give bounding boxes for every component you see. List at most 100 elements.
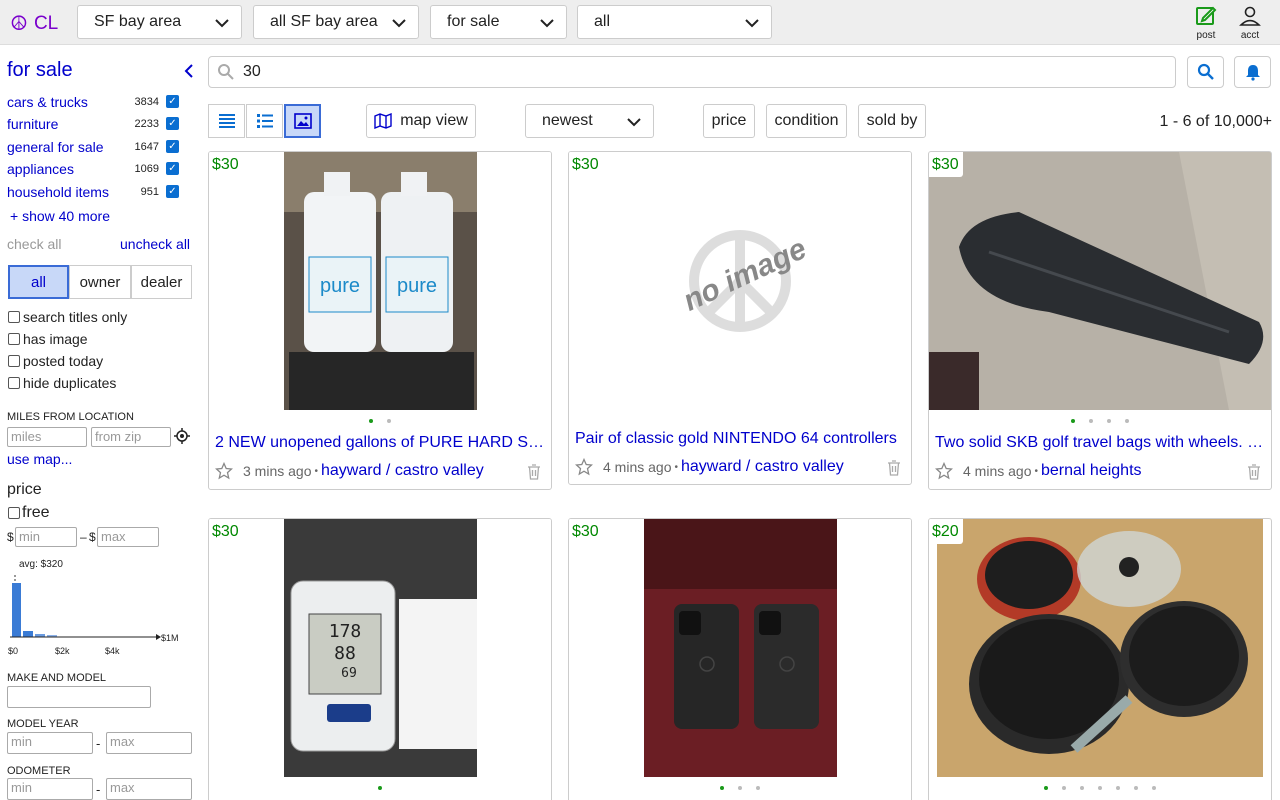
section-dropdown[interactable]: for sale: [430, 5, 567, 39]
carousel-dot[interactable]: [738, 786, 742, 790]
checkbox[interactable]: [8, 377, 20, 389]
category-label[interactable]: cars & trucks: [7, 94, 88, 110]
image-carousel-dots[interactable]: [929, 786, 1271, 790]
carousel-dot[interactable]: [378, 786, 382, 790]
star-icon[interactable]: [935, 462, 953, 480]
locate-icon[interactable]: [174, 428, 190, 444]
category-item[interactable]: furniture 2233 ✓: [7, 116, 179, 136]
checkbox-checked-icon[interactable]: ✓: [166, 95, 179, 108]
sold-by-filter-button[interactable]: sold by: [858, 104, 926, 138]
carousel-dot[interactable]: [756, 786, 760, 790]
price-min-input[interactable]: min: [15, 527, 77, 547]
listing-card[interactable]: $30 Two solid SKB golf travel bags with …: [928, 151, 1272, 490]
category-item[interactable]: appliances 1069 ✓: [7, 161, 179, 181]
category-item[interactable]: household items 951 ✓: [7, 184, 179, 204]
image-carousel-dots[interactable]: [209, 786, 551, 790]
listing-card[interactable]: $30 178 88 69: [208, 518, 552, 800]
post-button[interactable]: post: [1186, 4, 1226, 41]
gallery-view-button[interactable]: [284, 104, 321, 138]
section-title[interactable]: for sale: [7, 59, 73, 82]
listing-image[interactable]: 178 88 69: [209, 519, 551, 777]
seller-all-button[interactable]: all: [8, 265, 69, 299]
checkbox[interactable]: [8, 507, 20, 519]
category-dropdown[interactable]: all: [577, 5, 772, 39]
price-filter-button[interactable]: price: [703, 104, 755, 138]
list-view-button[interactable]: [208, 104, 245, 138]
star-icon[interactable]: [575, 458, 593, 476]
show-more-link[interactable]: + show 40 more: [10, 208, 110, 224]
checkbox-checked-icon[interactable]: ✓: [166, 185, 179, 198]
checkbox-checked-icon[interactable]: ✓: [166, 162, 179, 175]
category-label[interactable]: household items: [7, 184, 109, 200]
detailed-list-view-button[interactable]: [246, 104, 283, 138]
carousel-dot[interactable]: [1080, 786, 1084, 790]
listing-location[interactable]: bernal heights: [1041, 462, 1142, 480]
search-input[interactable]: 30: [208, 56, 1176, 88]
seller-dealer-button[interactable]: dealer: [131, 265, 192, 299]
image-carousel-dots[interactable]: [569, 786, 911, 790]
seller-owner-button[interactable]: owner: [69, 265, 131, 299]
model-year-max-input[interactable]: max: [106, 732, 192, 754]
check-all-link[interactable]: check all: [7, 236, 61, 252]
listing-title[interactable]: Two solid SKB golf travel bags with whee…: [935, 434, 1267, 452]
sort-dropdown[interactable]: newest: [525, 104, 654, 138]
listing-image[interactable]: [929, 152, 1271, 410]
use-map-link[interactable]: use map...: [7, 451, 72, 467]
miles-input[interactable]: miles: [7, 427, 87, 447]
checkbox-checked-icon[interactable]: ✓: [166, 140, 179, 153]
subarea-dropdown[interactable]: all SF bay area: [253, 5, 419, 39]
checkbox[interactable]: [8, 333, 20, 345]
carousel-dot[interactable]: [1098, 786, 1102, 790]
carousel-dot[interactable]: [1152, 786, 1156, 790]
price-histogram[interactable]: avg: $320 $0 $2k $4k $1M: [5, 557, 185, 657]
carousel-dot[interactable]: [1107, 419, 1111, 423]
condition-filter-button[interactable]: condition: [766, 104, 847, 138]
listing-title[interactable]: Pair of classic gold NINTENDO 64 control…: [575, 430, 907, 448]
carousel-dot[interactable]: [1125, 419, 1129, 423]
trash-icon[interactable]: [1247, 464, 1261, 480]
search-titles-option[interactable]: search titles only: [8, 309, 127, 325]
category-label[interactable]: appliances: [7, 161, 74, 177]
posted-today-option[interactable]: posted today: [8, 353, 103, 369]
listing-card[interactable]: $30: [568, 518, 912, 800]
zip-input[interactable]: from zip: [91, 427, 171, 447]
carousel-dot[interactable]: [1071, 419, 1075, 423]
search-button[interactable]: [1187, 56, 1224, 88]
category-item[interactable]: general for sale 1647 ✓: [7, 139, 179, 159]
carousel-dot[interactable]: [1062, 786, 1066, 790]
collapse-sidebar-icon[interactable]: [182, 63, 196, 79]
listing-image[interactable]: [929, 519, 1271, 777]
craigslist-logo[interactable]: ☮ CL: [10, 11, 58, 36]
trash-icon[interactable]: [527, 464, 541, 480]
listing-card[interactable]: $30 pure pure 2 NEW unopened gallons of …: [208, 151, 552, 490]
category-label[interactable]: general for sale: [7, 139, 104, 155]
price-max-input[interactable]: max: [97, 527, 159, 547]
listing-location[interactable]: hayward / castro valley: [681, 458, 844, 476]
listing-image[interactable]: [569, 519, 911, 777]
has-image-option[interactable]: has image: [8, 331, 88, 347]
star-icon[interactable]: [215, 462, 233, 480]
image-carousel-dots[interactable]: [929, 419, 1271, 423]
carousel-dot[interactable]: [720, 786, 724, 790]
odometer-max-input[interactable]: max: [106, 778, 192, 800]
region-dropdown[interactable]: SF bay area: [77, 5, 242, 39]
checkbox-checked-icon[interactable]: ✓: [166, 117, 179, 130]
listing-image[interactable]: pure pure: [209, 152, 551, 410]
uncheck-all-link[interactable]: uncheck all: [120, 236, 190, 252]
free-option[interactable]: free: [8, 504, 50, 522]
map-view-button[interactable]: map view: [366, 104, 476, 138]
odometer-min-input[interactable]: min: [7, 778, 93, 800]
trash-icon[interactable]: [887, 460, 901, 476]
make-model-input[interactable]: [7, 686, 151, 708]
category-label[interactable]: furniture: [7, 116, 58, 132]
carousel-dot[interactable]: [1134, 786, 1138, 790]
carousel-dot[interactable]: [1116, 786, 1120, 790]
listing-card[interactable]: $30 no image Pair of classic gold NINTEN…: [568, 151, 912, 485]
listing-location[interactable]: hayward / castro valley: [321, 462, 484, 480]
hide-duplicates-option[interactable]: hide duplicates: [8, 375, 116, 391]
image-carousel-dots[interactable]: [209, 419, 551, 423]
alert-button[interactable]: [1234, 56, 1271, 88]
listing-title[interactable]: 2 NEW unopened gallons of PURE HARD SURF…: [215, 434, 547, 452]
carousel-dot[interactable]: [369, 419, 373, 423]
carousel-dot[interactable]: [1089, 419, 1093, 423]
